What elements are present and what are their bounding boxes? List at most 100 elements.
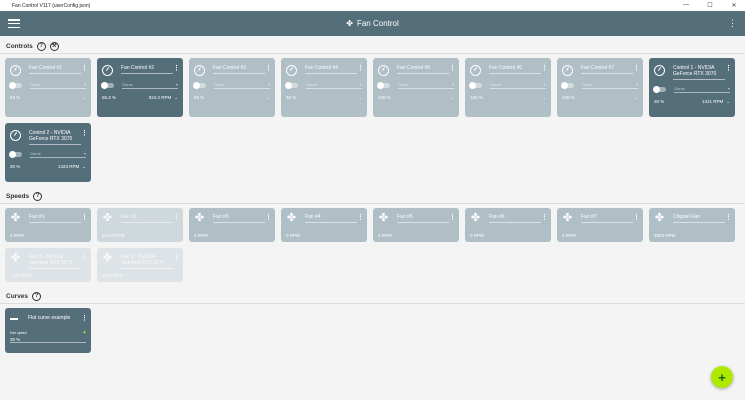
minimize-button[interactable]: — [681,2,691,9]
control-card[interactable]: Control 1 - NVIDIA GeForce RTX 3070 ⋮ Game… [649,58,735,117]
app-menu-icon[interactable]: ⋮ [728,19,737,28]
more-menu-icon[interactable]: ⋮ [357,65,364,72]
speed-card[interactable]: ✤ Chipset Fan ⋮ 2053 RPM [649,208,735,242]
maximize-button[interactable]: ☐ [705,2,715,9]
speed-name[interactable]: Fan #2 [121,214,173,223]
control-name[interactable]: Fan Control #7 [581,65,633,74]
more-menu-icon[interactable]: ⋮ [357,214,364,221]
speed-name[interactable]: Fan #1 [29,214,81,223]
speed-card[interactable]: ✤ Fan 2 - NVIDIA GeForce RTX 3070 ⋮ 1423 RP… [97,248,183,282]
speed-name[interactable]: Chipset Fan [673,214,725,223]
control-name[interactable]: Fan Control #5 [397,65,449,74]
help-icon[interactable]: ? [33,191,43,201]
speed-card[interactable]: ✤ Fan #6 ⋮ 0 RPM [465,208,551,242]
curve-select[interactable]: Game ▾ [398,82,454,89]
more-menu-icon[interactable]: ⋮ [265,65,272,72]
curve-select[interactable]: Game ▾ [30,151,86,158]
speed-card[interactable]: ✤ Fan #3 ⋮ 0 RPM [189,208,275,242]
speed-name[interactable]: Fan #7 [581,214,633,223]
speed-card[interactable]: ✤ Fan 1 - NVIDIA GeForce RTX 3070 ⋮ 1421 RP… [5,248,91,282]
control-name[interactable]: Fan Control #4 [305,65,357,74]
speed-card[interactable]: ✤ Fan #4 ⋮ 0 RPM [281,208,367,242]
expand-chevron-icon[interactable]: ⌄ [634,95,638,101]
more-menu-icon[interactable]: ⋮ [81,214,88,221]
expand-chevron-icon[interactable]: ⌄ [450,95,454,101]
enable-toggle[interactable] [469,81,482,89]
hamburger-menu-icon[interactable] [8,19,20,28]
help-icon[interactable]: ? [36,41,46,51]
control-card[interactable]: Fan Control #5 ⋮ Game ▾ 100 % ⌄ [373,58,459,117]
expand-chevron-icon[interactable]: ⌄ [726,99,730,105]
more-menu-icon[interactable]: ⋮ [725,65,732,72]
control-name[interactable]: Fan Control #1 [29,65,81,74]
control-card[interactable]: Fan Control #1 ⋮ Game ▾ 53 % ⌄ [5,58,91,117]
increment-icon[interactable]: + [83,330,86,336]
curve-select[interactable]: Game ▾ [122,82,178,89]
more-menu-icon[interactable]: ⋮ [541,214,548,221]
control-card[interactable]: Fan Control #7 ⋮ Game ▾ 100 % ⌄ [557,58,643,117]
control-name[interactable]: Fan Control #6 [489,65,541,74]
more-menu-icon[interactable]: ⋮ [81,315,88,322]
wrench-icon[interactable]: ⚒ [49,41,59,51]
control-name[interactable]: Control 2 - NVIDIA GeForce RTX 3070 [29,130,81,145]
enable-toggle[interactable] [101,81,114,89]
enable-toggle[interactable] [561,81,574,89]
expand-chevron-icon[interactable]: ⌄ [542,95,546,101]
enable-toggle[interactable] [377,81,390,89]
curve-select[interactable]: Game ▾ [490,82,546,89]
control-card[interactable]: Fan Control #4 ⋮ Game ▾ 30 % ⌄ [281,58,367,117]
speed-card-header: ✤ Chipset Fan ⋮ [649,208,735,224]
expand-chevron-icon[interactable]: ⌄ [266,95,270,101]
control-card[interactable]: Fan Control #6 ⋮ Game ▾ 100 % ⌄ [465,58,551,117]
control-name[interactable]: Fan Control #2 [121,65,173,74]
more-menu-icon[interactable]: ⋮ [81,254,88,261]
speed-name[interactable]: Fan #5 [397,214,449,223]
speed-name[interactable]: Fan #6 [489,214,541,223]
curve-select[interactable]: Game ▾ [30,82,86,89]
enable-toggle[interactable] [193,81,206,89]
speed-card[interactable]: ✤ Fan #2 ⋮ 824.2 RPM [97,208,183,242]
speed-card[interactable]: ✤ Fan #5 ⋮ 0 RPM [373,208,459,242]
more-menu-icon[interactable]: ⋮ [725,214,732,221]
speed-name[interactable]: Fan 2 - NVIDIA GeForce RTX 3070 [121,254,173,269]
more-menu-icon[interactable]: ⋮ [449,65,456,72]
expand-chevron-icon[interactable]: ⌄ [174,95,178,101]
curve-name[interactable]: Flat curve example [28,315,81,321]
curve-select[interactable]: Game ▾ [306,82,362,89]
curve-field-value[interactable]: 30 % [10,336,86,343]
more-menu-icon[interactable]: ⋮ [633,65,640,72]
speed-name[interactable]: Fan #4 [305,214,357,223]
more-menu-icon[interactable]: ⋮ [81,130,88,137]
curve-card[interactable]: Flat curve example ⋮ Fan speed +30 % [5,308,91,353]
speed-name[interactable]: Fan #3 [213,214,265,223]
expand-chevron-icon[interactable]: ⌄ [82,164,86,170]
control-card[interactable]: Fan Control #3 ⋮ Game ▾ 60 % ⌄ [189,58,275,117]
more-menu-icon[interactable]: ⋮ [81,65,88,72]
close-button[interactable]: ✕ [729,2,739,9]
more-menu-icon[interactable]: ⋮ [173,254,180,261]
enable-toggle[interactable] [285,81,298,89]
more-menu-icon[interactable]: ⋮ [173,65,180,72]
control-name[interactable]: Fan Control #3 [213,65,265,74]
speed-card[interactable]: ✤ Fan #7 ⋮ 0 RPM [557,208,643,242]
expand-chevron-icon[interactable]: ⌄ [358,95,362,101]
control-card[interactable]: Fan Control #2 ⋮ Game ▾ 55.3 % 824.2 RPM ⌄ [97,58,183,117]
enable-toggle[interactable] [653,85,666,93]
more-menu-icon[interactable]: ⋮ [541,65,548,72]
speed-card[interactable]: ✤ Fan #1 ⋮ 0 RPM [5,208,91,242]
more-menu-icon[interactable]: ⋮ [449,214,456,221]
help-icon[interactable]: ? [32,291,42,301]
enable-toggle[interactable] [9,150,22,158]
speed-name[interactable]: Fan 1 - NVIDIA GeForce RTX 3070 [29,254,81,269]
more-menu-icon[interactable]: ⋮ [265,214,272,221]
add-fab-button[interactable]: + [711,366,733,388]
curve-select[interactable]: Game ▾ [582,82,638,89]
more-menu-icon[interactable]: ⋮ [633,214,640,221]
expand-chevron-icon[interactable]: ⌄ [82,95,86,101]
more-menu-icon[interactable]: ⋮ [173,214,180,221]
curve-select[interactable]: Game ▾ [674,86,730,93]
curve-select[interactable]: Game ▾ [214,82,270,89]
control-card[interactable]: Control 2 - NVIDIA GeForce RTX 3070 ⋮ Game… [5,123,91,182]
control-name[interactable]: Control 1 - NVIDIA GeForce RTX 3070 [673,65,725,80]
enable-toggle[interactable] [9,81,22,89]
